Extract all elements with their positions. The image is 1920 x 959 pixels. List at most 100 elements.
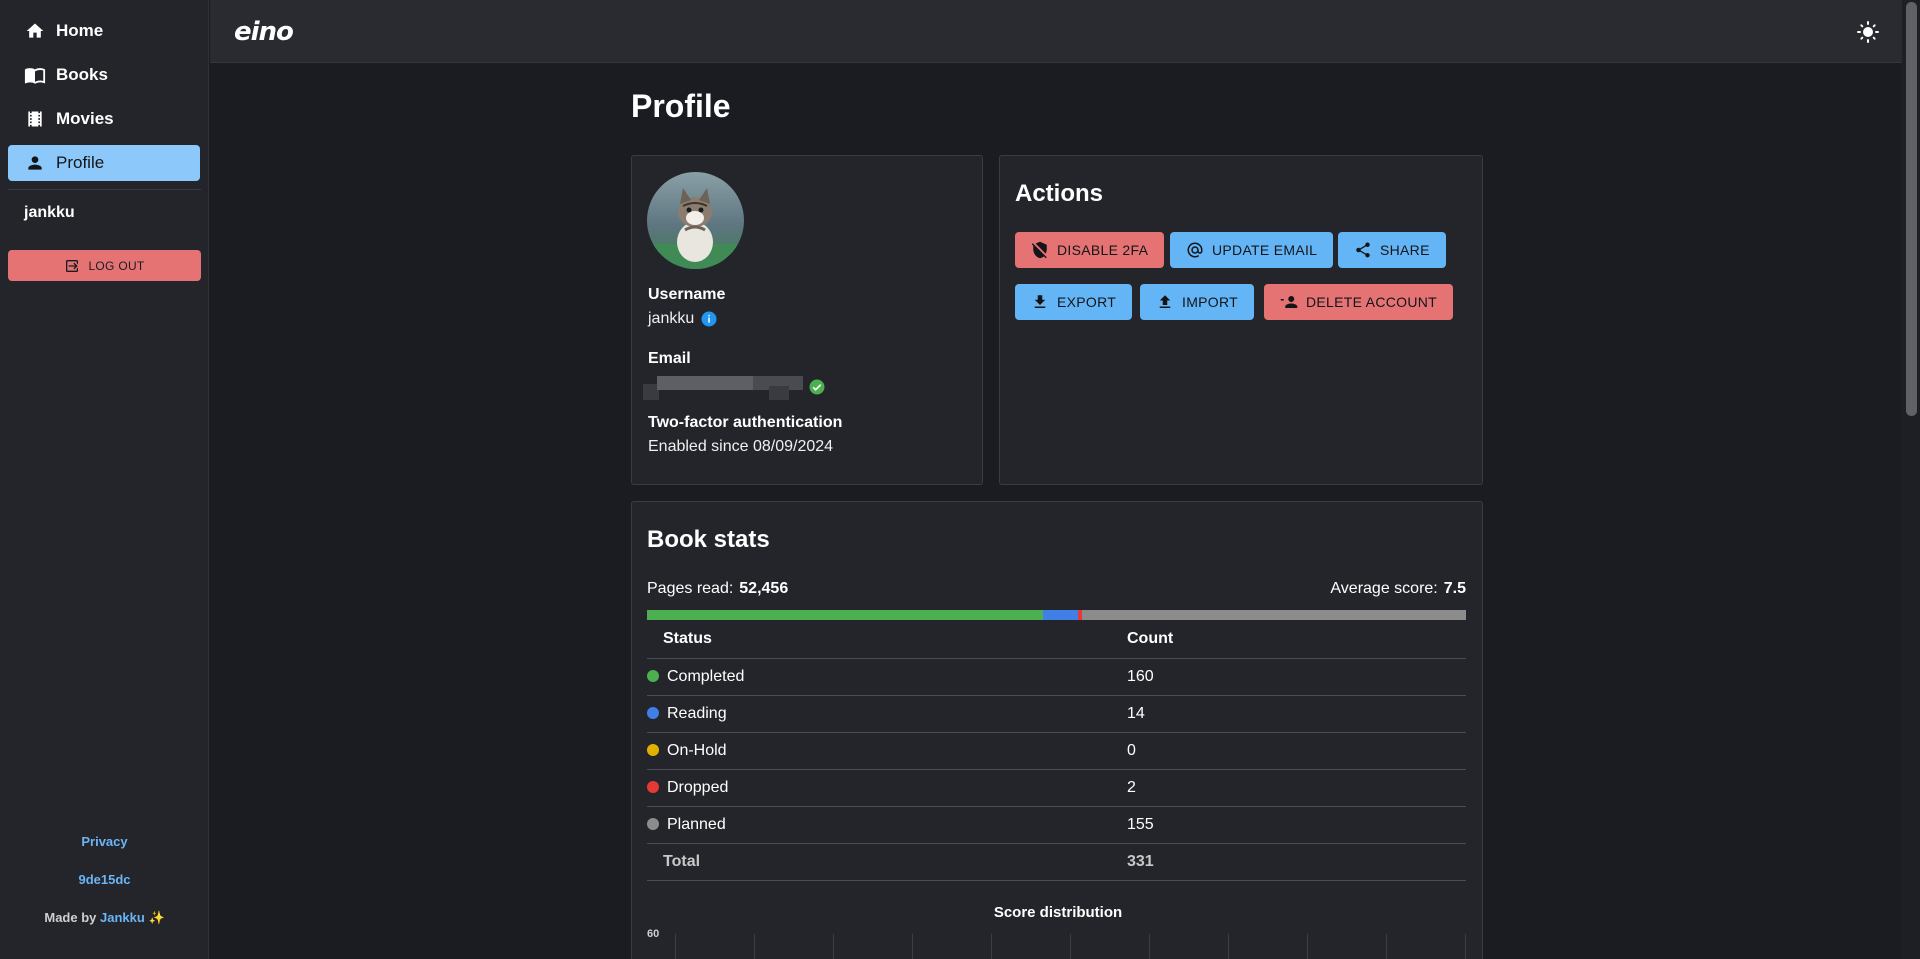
commit-hash-link[interactable]: 9de15dc xyxy=(0,872,209,887)
app-logo[interactable]: eino xyxy=(234,17,294,47)
info-icon[interactable] xyxy=(700,310,718,328)
table-row: On-Hold 0 xyxy=(647,732,1466,770)
username-value: jankku xyxy=(648,310,718,328)
logout-label: LOG OUT xyxy=(88,258,145,273)
share-icon xyxy=(1356,242,1370,258)
share-button[interactable]: SHARE xyxy=(1338,232,1446,268)
button-label: UPDATE EMAIL xyxy=(1212,242,1318,258)
progress-segment xyxy=(647,610,1043,620)
total-label: Total xyxy=(647,843,1127,881)
username-text: jankku xyxy=(648,310,695,327)
status-label: On-Hold xyxy=(667,741,727,759)
status-cell: Completed xyxy=(647,658,1127,696)
average-score: Average score: 7.5 xyxy=(1330,580,1466,598)
status-dot-icon xyxy=(647,780,659,793)
sun-icon xyxy=(1857,21,1879,43)
status-cell: Dropped xyxy=(647,769,1127,807)
pages-read-label: Pages read: xyxy=(647,580,734,597)
sidebar-nav: Home Books Movies Profile xyxy=(0,0,208,181)
count-cell: 14 xyxy=(1127,695,1466,733)
status-dot-icon xyxy=(647,706,659,719)
shield-off-icon xyxy=(1031,241,1047,259)
status-cell: Planned xyxy=(647,806,1127,844)
chart-y-tick: 60 xyxy=(647,928,660,940)
count-cell: 2 xyxy=(1127,769,1466,807)
sidebar: Home Books Movies Profile jankku LOG OUT… xyxy=(0,0,209,959)
button-label: IMPORT xyxy=(1182,294,1238,310)
email-label: Email xyxy=(648,350,691,367)
average-score-label: Average score: xyxy=(1330,580,1438,597)
actions-title: Actions xyxy=(1015,180,1104,207)
account-icon xyxy=(24,152,46,174)
author-link[interactable]: Jankku xyxy=(100,910,145,925)
update-email-button[interactable]: UPDATE EMAIL xyxy=(1170,232,1334,268)
at-icon xyxy=(1187,242,1203,258)
progress-segment xyxy=(1082,610,1466,620)
theme-toggle-button[interactable] xyxy=(1856,20,1880,44)
table-row: Dropped 2 xyxy=(647,769,1466,807)
table-header-row: Status Count xyxy=(647,620,1466,659)
redacted-email xyxy=(643,376,803,400)
score-distribution-chart xyxy=(675,934,1466,959)
status-column-header: Status xyxy=(647,620,1127,659)
count-cell: 0 xyxy=(1127,732,1466,770)
total-value: 331 xyxy=(1127,843,1466,881)
sidebar-item-label: Books xyxy=(56,65,108,84)
privacy-link[interactable]: Privacy xyxy=(0,834,209,849)
twofa-value: Enabled since 08/09/2024 xyxy=(648,438,834,455)
sidebar-item-books[interactable]: Books xyxy=(8,57,200,93)
count-cell: 160 xyxy=(1127,658,1466,696)
status-dot-icon xyxy=(647,669,659,682)
avatar xyxy=(647,172,744,269)
status-dot-icon xyxy=(647,817,659,830)
sparkles-icon: ✨ xyxy=(148,910,165,925)
average-score-value: 7.5 xyxy=(1443,580,1466,597)
status-label: Completed xyxy=(667,667,745,685)
sidebar-item-profile[interactable]: Profile xyxy=(8,145,200,181)
count-column-header: Count xyxy=(1127,620,1466,659)
film-icon xyxy=(24,108,46,130)
sidebar-item-label: Movies xyxy=(56,109,114,128)
status-label: Dropped xyxy=(667,778,729,796)
pages-read-value: 52,456 xyxy=(739,580,789,597)
total-row: Total 331 xyxy=(647,843,1466,881)
profile-card: Username jankku Email Two-factor authent… xyxy=(631,155,983,485)
import-button[interactable]: IMPORT xyxy=(1140,284,1254,320)
upload-icon xyxy=(1159,295,1171,308)
account-remove-icon xyxy=(1280,296,1298,308)
status-label: Planned xyxy=(667,815,726,833)
progress-segment xyxy=(1042,610,1078,620)
username-label: Username xyxy=(648,286,726,303)
delete-account-button[interactable]: DELETE ACCOUNT xyxy=(1264,284,1453,320)
book-stats-card: Book stats Pages read: 52,456 Average sco… xyxy=(631,501,1483,959)
twofa-label: Two-factor authentication xyxy=(648,414,843,431)
score-distribution-title: Score distribution xyxy=(993,904,1123,921)
sidebar-item-home[interactable]: Home xyxy=(8,13,200,49)
status-cell: Reading xyxy=(647,695,1127,733)
made-by-prefix: Made by xyxy=(44,910,97,925)
top-bar: eino xyxy=(210,0,1902,63)
button-label: DELETE ACCOUNT xyxy=(1306,294,1437,310)
button-label: DISABLE 2FA xyxy=(1057,242,1149,258)
scrollbar-thumb[interactable] xyxy=(1906,2,1917,416)
sidebar-item-label: Home xyxy=(56,21,104,40)
pages-read: Pages read: 52,456 xyxy=(647,580,788,598)
export-button[interactable]: EXPORT xyxy=(1015,284,1133,320)
status-progress-bar xyxy=(647,610,1466,620)
status-table: Status Count Completed 160 Reading 14 On-Hol… xyxy=(647,620,1466,881)
logout-button[interactable]: LOG OUT xyxy=(8,250,201,281)
table-row: Completed 160 xyxy=(647,658,1466,696)
book-stats-title: Book stats xyxy=(647,526,770,553)
status-cell: On-Hold xyxy=(647,732,1127,770)
page-scrollbar[interactable] xyxy=(1902,0,1920,959)
disable-2fa-button[interactable]: DISABLE 2FA xyxy=(1015,232,1165,268)
table-row: Planned 155 xyxy=(647,806,1466,844)
button-label: EXPORT xyxy=(1057,294,1117,310)
button-label: SHARE xyxy=(1380,242,1430,258)
home-icon xyxy=(24,20,46,42)
sidebar-item-movies[interactable]: Movies xyxy=(8,101,200,137)
made-by-text: Made by Jankku ✨ xyxy=(0,910,209,926)
status-label: Reading xyxy=(667,704,727,722)
status-dot-icon xyxy=(647,743,659,756)
sidebar-username: jankku xyxy=(24,204,75,221)
